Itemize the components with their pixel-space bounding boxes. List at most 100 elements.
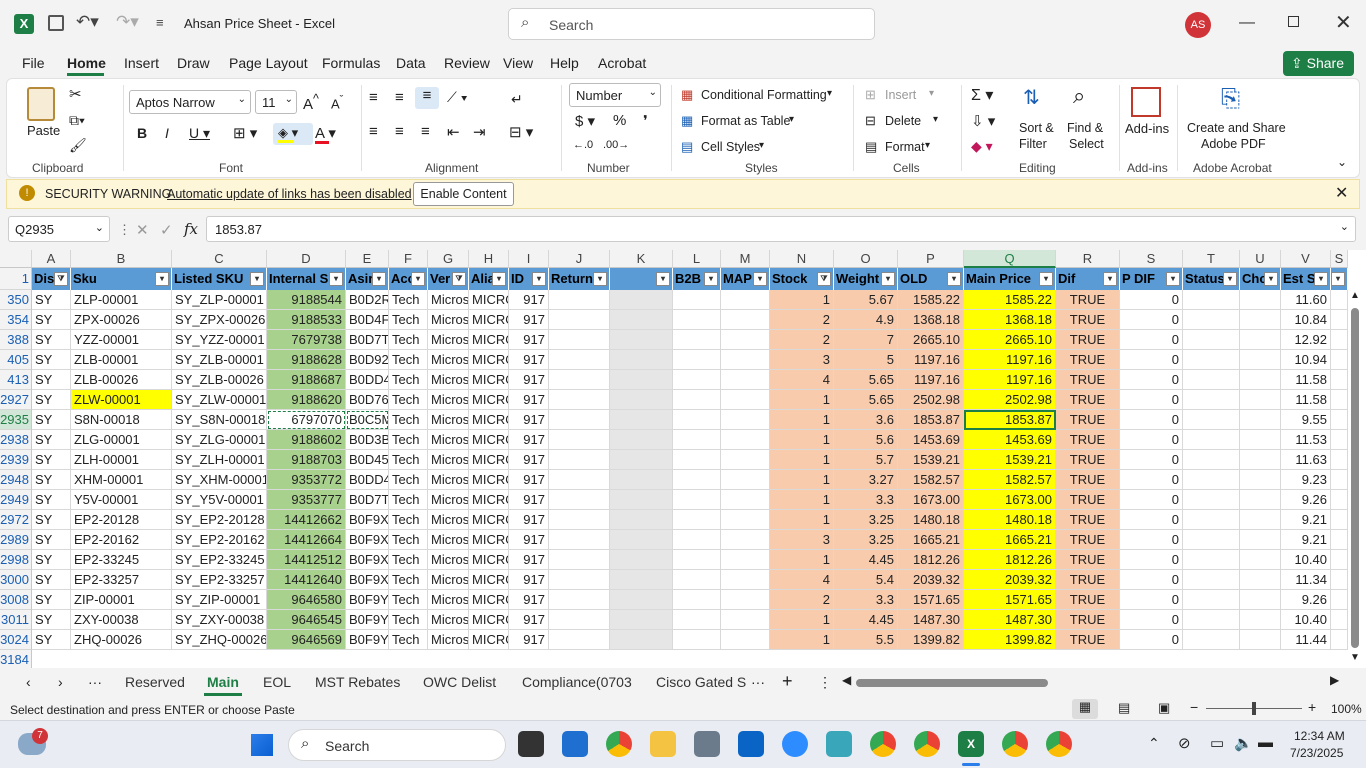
table-cell[interactable]: Tech	[389, 570, 428, 590]
table-cell[interactable]: ZXY-00038	[71, 610, 172, 630]
table-cell[interactable]: B0DD4	[346, 470, 389, 490]
table-cell[interactable]: MICRO	[469, 610, 509, 630]
close-icon[interactable]: ✕	[1335, 10, 1352, 35]
table-cell[interactable]: 1853.87	[964, 410, 1056, 430]
table-cell[interactable]: SY	[32, 330, 71, 350]
table-cell[interactable]: 917	[509, 530, 549, 550]
table-cell[interactable]: 0	[1120, 450, 1183, 470]
increase-decimal-icon[interactable]: ←.0	[573, 139, 593, 151]
underline-icon[interactable]: U ▾	[189, 125, 210, 142]
row-number[interactable]: 2938	[0, 430, 32, 450]
table-cell[interactable]	[1183, 570, 1240, 590]
table-cell[interactable]: 0	[1120, 630, 1183, 650]
table-cell[interactable]	[610, 590, 673, 610]
table-cell[interactable]	[721, 590, 770, 610]
table-cell[interactable]	[1183, 550, 1240, 570]
table-cell[interactable]	[610, 330, 673, 350]
table-cell[interactable]: TRUE	[1056, 610, 1120, 630]
table-cell[interactable]: 917	[509, 390, 549, 410]
conditional-formatting-button[interactable]: Conditional Formatting	[701, 88, 827, 102]
table-cell[interactable]: 1	[770, 630, 834, 650]
table-cell[interactable]: 1	[770, 450, 834, 470]
table-cell[interactable]: SY	[32, 370, 71, 390]
table-cell[interactable]: 11.34	[1281, 570, 1331, 590]
table-cell[interactable]: 5.7	[834, 450, 898, 470]
row-number[interactable]: 3011	[0, 610, 32, 630]
table-cell[interactable]: 10.40	[1281, 550, 1331, 570]
insert-cells-button[interactable]: Insert	[885, 88, 916, 102]
table-cell[interactable]: 917	[509, 550, 549, 570]
table-cell[interactable]: 917	[509, 590, 549, 610]
table-cell[interactable]	[1240, 510, 1281, 530]
table-cell[interactable]	[1183, 290, 1240, 310]
table-cell[interactable]: 2502.98	[964, 390, 1056, 410]
table-cell[interactable]: TRUE	[1056, 430, 1120, 450]
table-cell[interactable]: SY_Y5V-00001	[172, 490, 267, 510]
table-cell[interactable]	[610, 390, 673, 410]
menu-review[interactable]: Review	[444, 55, 490, 71]
filter-dropdown-icon[interactable]: ▾	[492, 272, 506, 286]
table-cell[interactable]: TRUE	[1056, 290, 1120, 310]
table-cell[interactable]: Tech	[389, 330, 428, 350]
table-cell[interactable]: Tech	[389, 410, 428, 430]
table-cell[interactable]: Tech	[389, 310, 428, 330]
table-cell[interactable]: Micros	[428, 430, 469, 450]
add-sheet-icon[interactable]: +	[782, 671, 793, 692]
row-number[interactable]: 3008	[0, 590, 32, 610]
menu-formulas[interactable]: Formulas	[322, 55, 380, 71]
merge-center-icon[interactable]: ⊟ ▾	[509, 123, 533, 141]
table-cell[interactable]: 10.40	[1281, 610, 1331, 630]
table-cell[interactable]: Micros	[428, 410, 469, 430]
table-cell[interactable]: 917	[509, 570, 549, 590]
table-cell[interactable]: Tech	[389, 290, 428, 310]
table-cell[interactable]: TRUE	[1056, 330, 1120, 350]
table-cell[interactable]: MICRO	[469, 350, 509, 370]
table-cell[interactable]: 9.21	[1281, 510, 1331, 530]
table-cell[interactable]: 3.6	[834, 410, 898, 430]
table-cell[interactable]: 0	[1120, 490, 1183, 510]
table-cell[interactable]	[549, 290, 610, 310]
table-cell[interactable]: MICRO	[469, 570, 509, 590]
table-cell[interactable]	[1183, 370, 1240, 390]
menu-draw[interactable]: Draw	[177, 55, 210, 71]
align-middle-icon[interactable]: ≡	[395, 89, 404, 106]
table-cell[interactable]: 0	[1120, 530, 1183, 550]
excel-taskbar-icon[interactable]: X	[958, 731, 984, 757]
create-share-label-1[interactable]: Create and Share	[1187, 121, 1286, 135]
table-cell[interactable]: B0D4F1	[346, 310, 389, 330]
table-header-cell[interactable]: Return ▾	[549, 268, 610, 290]
table-cell[interactable]: MICRO	[469, 410, 509, 430]
table-cell[interactable]	[1183, 510, 1240, 530]
orientation-icon[interactable]: ⟋ ▾	[447, 89, 468, 106]
table-cell[interactable]: SY_S8N-00018	[172, 410, 267, 430]
cut-icon[interactable]: ✂	[69, 85, 82, 103]
decrease-font-icon[interactable]: Aˇ	[331, 94, 343, 111]
table-cell[interactable]	[673, 550, 721, 570]
format-painter-icon[interactable]: 🖌	[69, 137, 87, 154]
filter-dropdown-icon[interactable]: ▾	[1223, 272, 1237, 286]
autosum-icon[interactable]: Σ ▾	[971, 85, 993, 105]
column-header-Q[interactable]: Q	[964, 250, 1056, 268]
table-cell[interactable]	[610, 470, 673, 490]
prev-sheet-icon[interactable]: ‹	[26, 674, 31, 690]
table-cell[interactable]: Micros	[428, 530, 469, 550]
table-cell[interactable]	[610, 550, 673, 570]
minimize-icon[interactable]: —	[1239, 14, 1255, 32]
table-cell[interactable]: SY	[32, 630, 71, 650]
tab-compliance[interactable]: Compliance(0703	[522, 674, 632, 690]
more-icon[interactable]: ⋮	[118, 222, 131, 238]
table-cell[interactable]: 1582.57	[964, 470, 1056, 490]
next-sheet-icon[interactable]: ›	[58, 674, 63, 690]
column-header-K[interactable]: K	[610, 250, 673, 268]
table-header-cell[interactable]: Ver ⧩	[428, 268, 469, 290]
table-cell[interactable]: 1	[770, 290, 834, 310]
redo-icon[interactable]: ↷▾	[116, 12, 139, 32]
table-cell[interactable]	[673, 410, 721, 430]
table-cell[interactable]: EP2-33245	[71, 550, 172, 570]
table-cell[interactable]: SY	[32, 470, 71, 490]
table-cell[interactable]	[610, 490, 673, 510]
table-cell[interactable]: SY	[32, 490, 71, 510]
table-cell[interactable]	[673, 330, 721, 350]
table-cell[interactable]	[549, 410, 610, 430]
table-cell[interactable]	[1331, 350, 1348, 370]
